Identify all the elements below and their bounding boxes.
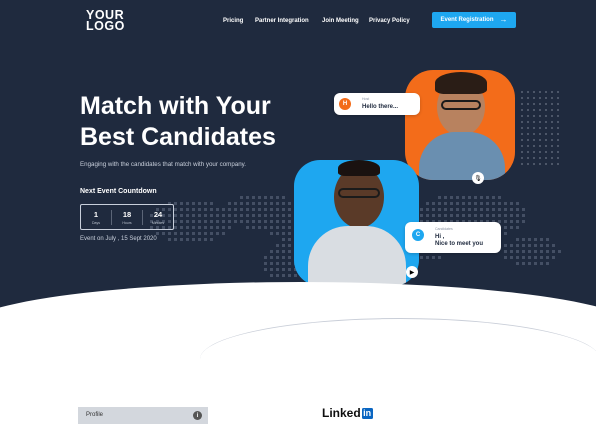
candidate-photo: [294, 160, 419, 286]
host-avatar: H: [339, 98, 351, 110]
host-sender-label: Host: [362, 97, 370, 101]
nav-partner-integration[interactable]: Partner Integration: [255, 18, 309, 24]
event-date: Event on July , 15 Sept 2020: [80, 236, 157, 242]
countdown-minutes: 24 Minutes: [142, 209, 173, 225]
hero-subtitle: Engaging with the candidates that match …: [80, 161, 247, 168]
countdown-hours: 18 Hours: [111, 209, 142, 225]
countdown-days-value: 1: [93, 209, 99, 219]
candidate-message-line2: Nice to meet you: [435, 241, 484, 247]
countdown-hours-label: Hours: [122, 220, 132, 225]
countdown-minutes-label: Minutes: [151, 220, 165, 225]
host-message: Hello there...: [362, 104, 399, 110]
countdown-hours-value: 18: [122, 209, 132, 219]
video-camera-icon[interactable]: ▶: [406, 266, 418, 278]
arrow-right-icon: →: [499, 15, 508, 24]
nav-privacy-policy[interactable]: Privacy Policy: [369, 18, 410, 24]
event-registration-label: Event Registration: [440, 17, 494, 23]
info-icon[interactable]: i: [193, 411, 202, 420]
countdown-box: 1 Days 18 Hours 24 Minutes: [80, 204, 174, 230]
countdown-minutes-value: 24: [153, 209, 163, 219]
host-chat-bubble: H Host Hello there...: [334, 93, 420, 115]
nav-join-meeting[interactable]: Join Meeting: [322, 18, 359, 24]
hero-headline: Match with Your Best Candidates: [80, 91, 276, 153]
candidate-chat-bubble: C Candidates Hi , Nice to meet you: [405, 222, 501, 253]
dot-pattern-decoration: [521, 91, 559, 165]
nav-pricing[interactable]: Pricing: [223, 18, 243, 24]
linkedin-in-badge: in: [361, 407, 373, 419]
countdown-days-label: Days: [92, 220, 100, 225]
linkedin-text: Linked: [322, 406, 361, 420]
countdown-title: Next Event Countdown: [80, 188, 157, 195]
countdown-days: 1 Days: [81, 210, 111, 225]
linkedin-logo[interactable]: Linked in: [322, 406, 373, 420]
candidate-sender-label: Candidates: [435, 227, 453, 231]
hero-section: YOUR LOGO Pricing Partner Integration Jo…: [0, 0, 596, 330]
event-registration-button[interactable]: Event Registration →: [432, 12, 516, 28]
microphone-icon[interactable]: 🎙: [472, 172, 484, 184]
headline-line1: Match with Your: [80, 92, 271, 120]
host-photo: [405, 70, 515, 180]
logo[interactable]: YOUR LOGO: [86, 9, 125, 33]
candidate-avatar: C: [412, 229, 424, 241]
profile-bar[interactable]: Profile i: [78, 407, 208, 424]
headline-line2: Best Candidates: [80, 123, 276, 151]
logo-line2: LOGO: [86, 19, 125, 33]
profile-label: Profile: [86, 412, 104, 418]
